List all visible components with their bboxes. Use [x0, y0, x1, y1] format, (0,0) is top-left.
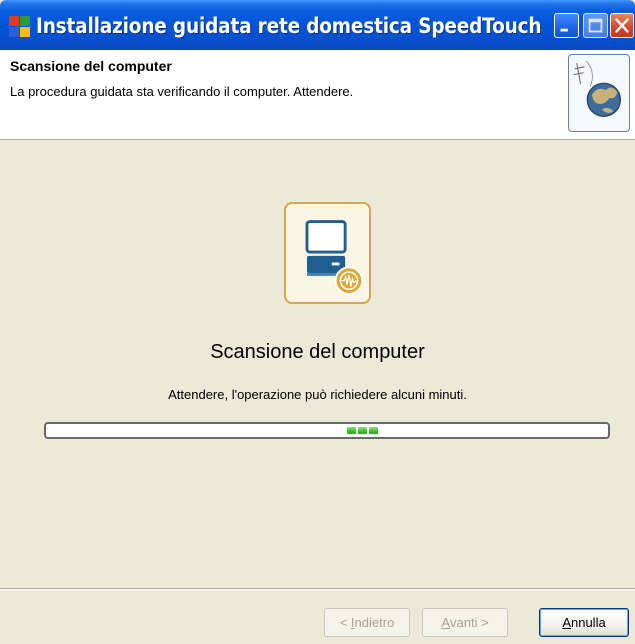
scan-subtitle: Attendere, l'operazione può richiedere a…	[168, 387, 467, 402]
cancel-access-key: A	[562, 615, 571, 630]
wizard-window: Installazione guidata rete domestica Spe…	[0, 0, 635, 644]
title-bar[interactable]: Installazione guidata rete domestica Spe…	[0, 0, 635, 50]
window-title: Installazione guidata rete domestica Spe…	[36, 14, 542, 38]
back-button: < Indietro	[324, 608, 410, 637]
network-globe-icon	[568, 54, 630, 132]
progress-bar	[44, 422, 610, 439]
speedtouch-app-icon	[9, 16, 31, 38]
cancel-button[interactable]: Annulla	[539, 608, 629, 637]
back-prefix: <	[339, 615, 351, 630]
maximize-icon	[588, 18, 603, 33]
minimize-icon	[560, 28, 568, 32]
computer-scan-icon	[284, 202, 371, 304]
progress-chunk	[358, 427, 367, 434]
wizard-header: Scansione del computer La procedura guid…	[0, 50, 635, 140]
next-label: vanti	[449, 615, 478, 630]
maximize-button	[583, 13, 608, 38]
cancel-label: nnulla	[570, 615, 606, 630]
close-icon	[615, 18, 629, 33]
header-subtitle: La procedura guidata sta verificando il …	[10, 84, 354, 99]
minimize-button[interactable]	[554, 13, 579, 38]
footer-divider	[0, 588, 635, 590]
back-label: ndietro	[354, 615, 395, 630]
next-suffix: >	[477, 615, 489, 630]
next-button: Avanti >	[422, 608, 508, 637]
scan-title: Scansione del computer	[210, 341, 425, 363]
progress-chunk	[347, 427, 356, 434]
header-title: Scansione del computer	[10, 58, 172, 74]
close-button[interactable]	[610, 13, 634, 38]
progress-chunk	[369, 427, 378, 434]
next-access-key: A	[441, 615, 450, 630]
wizard-content: Scansione del computer Attendere, l'oper…	[0, 141, 635, 588]
